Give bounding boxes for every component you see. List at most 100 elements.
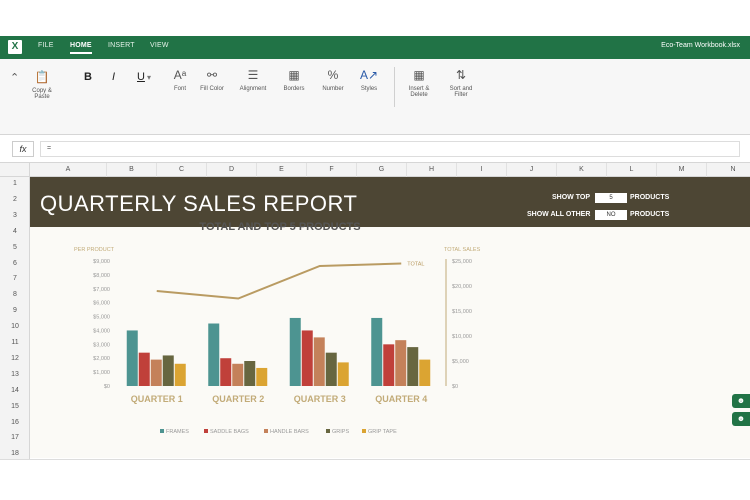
bar-frames bbox=[371, 317, 383, 386]
insert-delete-label: Insert & Delete bbox=[408, 86, 430, 98]
alignment-button[interactable]: ☰ Alignment bbox=[236, 67, 270, 92]
underline-dropdown-icon[interactable]: ▾ bbox=[147, 73, 151, 82]
y-tick-label: $0 bbox=[104, 384, 110, 390]
column-header-e[interactable]: E bbox=[257, 163, 307, 177]
y-tick-label: $7,000 bbox=[93, 287, 110, 293]
column-header-m[interactable]: M bbox=[657, 163, 707, 177]
select-all-corner[interactable] bbox=[0, 163, 30, 177]
row-header-7[interactable]: 7 bbox=[0, 275, 30, 282]
tab-home[interactable]: HOME bbox=[70, 42, 92, 54]
y2-tick-label: $0 bbox=[452, 384, 458, 390]
row-header-5[interactable]: 5 bbox=[0, 244, 30, 251]
column-header-f[interactable]: F bbox=[307, 163, 357, 177]
collaborator-avatar-icon[interactable]: ☻ bbox=[732, 394, 750, 408]
legend-swatch bbox=[362, 429, 366, 433]
font-button[interactable]: Aᵃ Font bbox=[168, 67, 192, 92]
styles-button[interactable]: A↗ Styles bbox=[356, 67, 382, 92]
column-header-l[interactable]: L bbox=[607, 163, 657, 177]
sort-filter-icon: ⇅ bbox=[455, 68, 467, 82]
sort-filter-button[interactable]: ⇅ Sort and Filter bbox=[444, 67, 478, 98]
row-header-6[interactable]: 6 bbox=[0, 260, 30, 267]
row-header-15[interactable]: 15 bbox=[0, 403, 30, 410]
row-header-11[interactable]: 11 bbox=[0, 339, 30, 346]
bold-button[interactable]: B bbox=[84, 71, 92, 83]
sales-chart[interactable]: TOTAL AND TOP 5 PRODUCTS PER PRODUCT TOTA… bbox=[60, 218, 500, 456]
row-header-13[interactable]: 13 bbox=[0, 371, 30, 378]
paint-bucket-icon: ⚯ bbox=[206, 68, 218, 82]
collaborator-avatar-icon[interactable]: ☻ bbox=[732, 412, 750, 426]
column-header-n[interactable]: N bbox=[707, 163, 750, 177]
fill-color-button[interactable]: ⚯ Fill Color bbox=[199, 67, 225, 92]
row-header-2[interactable]: 2 bbox=[0, 196, 30, 203]
fill-color-label: Fill Color bbox=[200, 86, 224, 92]
row-header-17[interactable]: 17 bbox=[0, 434, 30, 441]
legend-label: GRIP TAPE bbox=[368, 429, 397, 435]
clipboard-icon: 📋 bbox=[34, 70, 50, 84]
copy-paste-button[interactable]: 📋 Copy & Paste bbox=[28, 69, 56, 100]
show-top-input[interactable]: 5 bbox=[595, 193, 627, 203]
column-header-b[interactable]: B bbox=[107, 163, 157, 177]
row-header-4[interactable]: 4 bbox=[0, 228, 30, 235]
copy-paste-label: Copy & Paste bbox=[32, 88, 52, 100]
row-headers: 12345678910111213141516171819 bbox=[0, 177, 30, 459]
column-header-h[interactable]: H bbox=[407, 163, 457, 177]
x-tick-label: QUARTER 1 bbox=[131, 394, 183, 404]
y2-tick-label: $25,000 bbox=[452, 259, 472, 265]
y2-axis-title: TOTAL SALES bbox=[444, 247, 481, 253]
column-header-d[interactable]: D bbox=[207, 163, 257, 177]
number-button[interactable]: % Number bbox=[318, 67, 348, 92]
row-header-9[interactable]: 9 bbox=[0, 307, 30, 314]
column-header-g[interactable]: G bbox=[357, 163, 407, 177]
number-label: Number bbox=[322, 86, 344, 92]
insert-delete-button[interactable]: ▦ Insert & Delete bbox=[403, 67, 435, 98]
alignment-label: Alignment bbox=[239, 86, 267, 92]
row-header-16[interactable]: 16 bbox=[0, 419, 30, 426]
tab-view[interactable]: VIEW bbox=[150, 42, 169, 49]
row-header-10[interactable]: 10 bbox=[0, 323, 30, 330]
bar-grips bbox=[244, 361, 256, 386]
row-header-12[interactable]: 12 bbox=[0, 355, 30, 362]
bar-handle-bars bbox=[232, 363, 244, 386]
column-header-k[interactable]: K bbox=[557, 163, 607, 177]
column-header-a[interactable]: A bbox=[30, 163, 107, 177]
formula-bar: fx = bbox=[0, 135, 750, 163]
formula-input[interactable]: = bbox=[40, 141, 740, 157]
borders-button[interactable]: ▦ Borders bbox=[280, 67, 308, 92]
ribbon-tab-bar: X FILE HOME INSERT VIEW Eco-Team Workboo… bbox=[0, 36, 750, 59]
ribbon-divider bbox=[394, 67, 395, 107]
sort-filter-label: Sort and Filter bbox=[449, 86, 473, 98]
italic-button[interactable]: I bbox=[112, 71, 115, 83]
styles-label: Styles bbox=[360, 86, 378, 92]
tab-insert[interactable]: INSERT bbox=[108, 42, 135, 49]
row-header-18[interactable]: 18 bbox=[0, 450, 30, 457]
legend-label: GRIPS bbox=[332, 429, 349, 435]
tab-file[interactable]: FILE bbox=[38, 42, 54, 49]
x-tick-label: QUARTER 2 bbox=[212, 394, 264, 404]
bar-grip-tape bbox=[256, 367, 268, 386]
show-top-suffix: PRODUCTS bbox=[630, 194, 670, 201]
row-header-8[interactable]: 8 bbox=[0, 291, 30, 298]
column-header-i[interactable]: I bbox=[457, 163, 507, 177]
insert-function-button[interactable]: fx bbox=[12, 141, 34, 157]
bar-grips bbox=[407, 347, 419, 386]
workbook-name: Eco-Team Workbook.xlsx bbox=[661, 42, 740, 49]
column-header-c[interactable]: C bbox=[157, 163, 207, 177]
row-header-3[interactable]: 3 bbox=[0, 212, 30, 219]
bar-handle-bars bbox=[395, 340, 407, 386]
styles-icon: A↗ bbox=[359, 68, 379, 82]
row-header-1[interactable]: 1 bbox=[0, 180, 30, 187]
column-header-j[interactable]: J bbox=[507, 163, 557, 177]
bar-grip-tape bbox=[419, 359, 431, 386]
collapse-ribbon-icon[interactable]: ⌃ bbox=[10, 71, 19, 84]
underline-button[interactable]: U bbox=[137, 71, 145, 83]
bar-saddle-bags bbox=[220, 358, 232, 386]
row-header-14[interactable]: 14 bbox=[0, 387, 30, 394]
y-tick-label: $2,000 bbox=[93, 356, 110, 362]
y-tick-label: $8,000 bbox=[93, 273, 110, 279]
legend-swatch bbox=[160, 429, 164, 433]
bar-saddle-bags bbox=[301, 330, 313, 386]
y2-tick-label: $15,000 bbox=[452, 309, 472, 315]
legend-swatch bbox=[204, 429, 208, 433]
show-all-other-input[interactable]: NO bbox=[595, 210, 627, 220]
y-tick-label: $5,000 bbox=[93, 315, 110, 321]
